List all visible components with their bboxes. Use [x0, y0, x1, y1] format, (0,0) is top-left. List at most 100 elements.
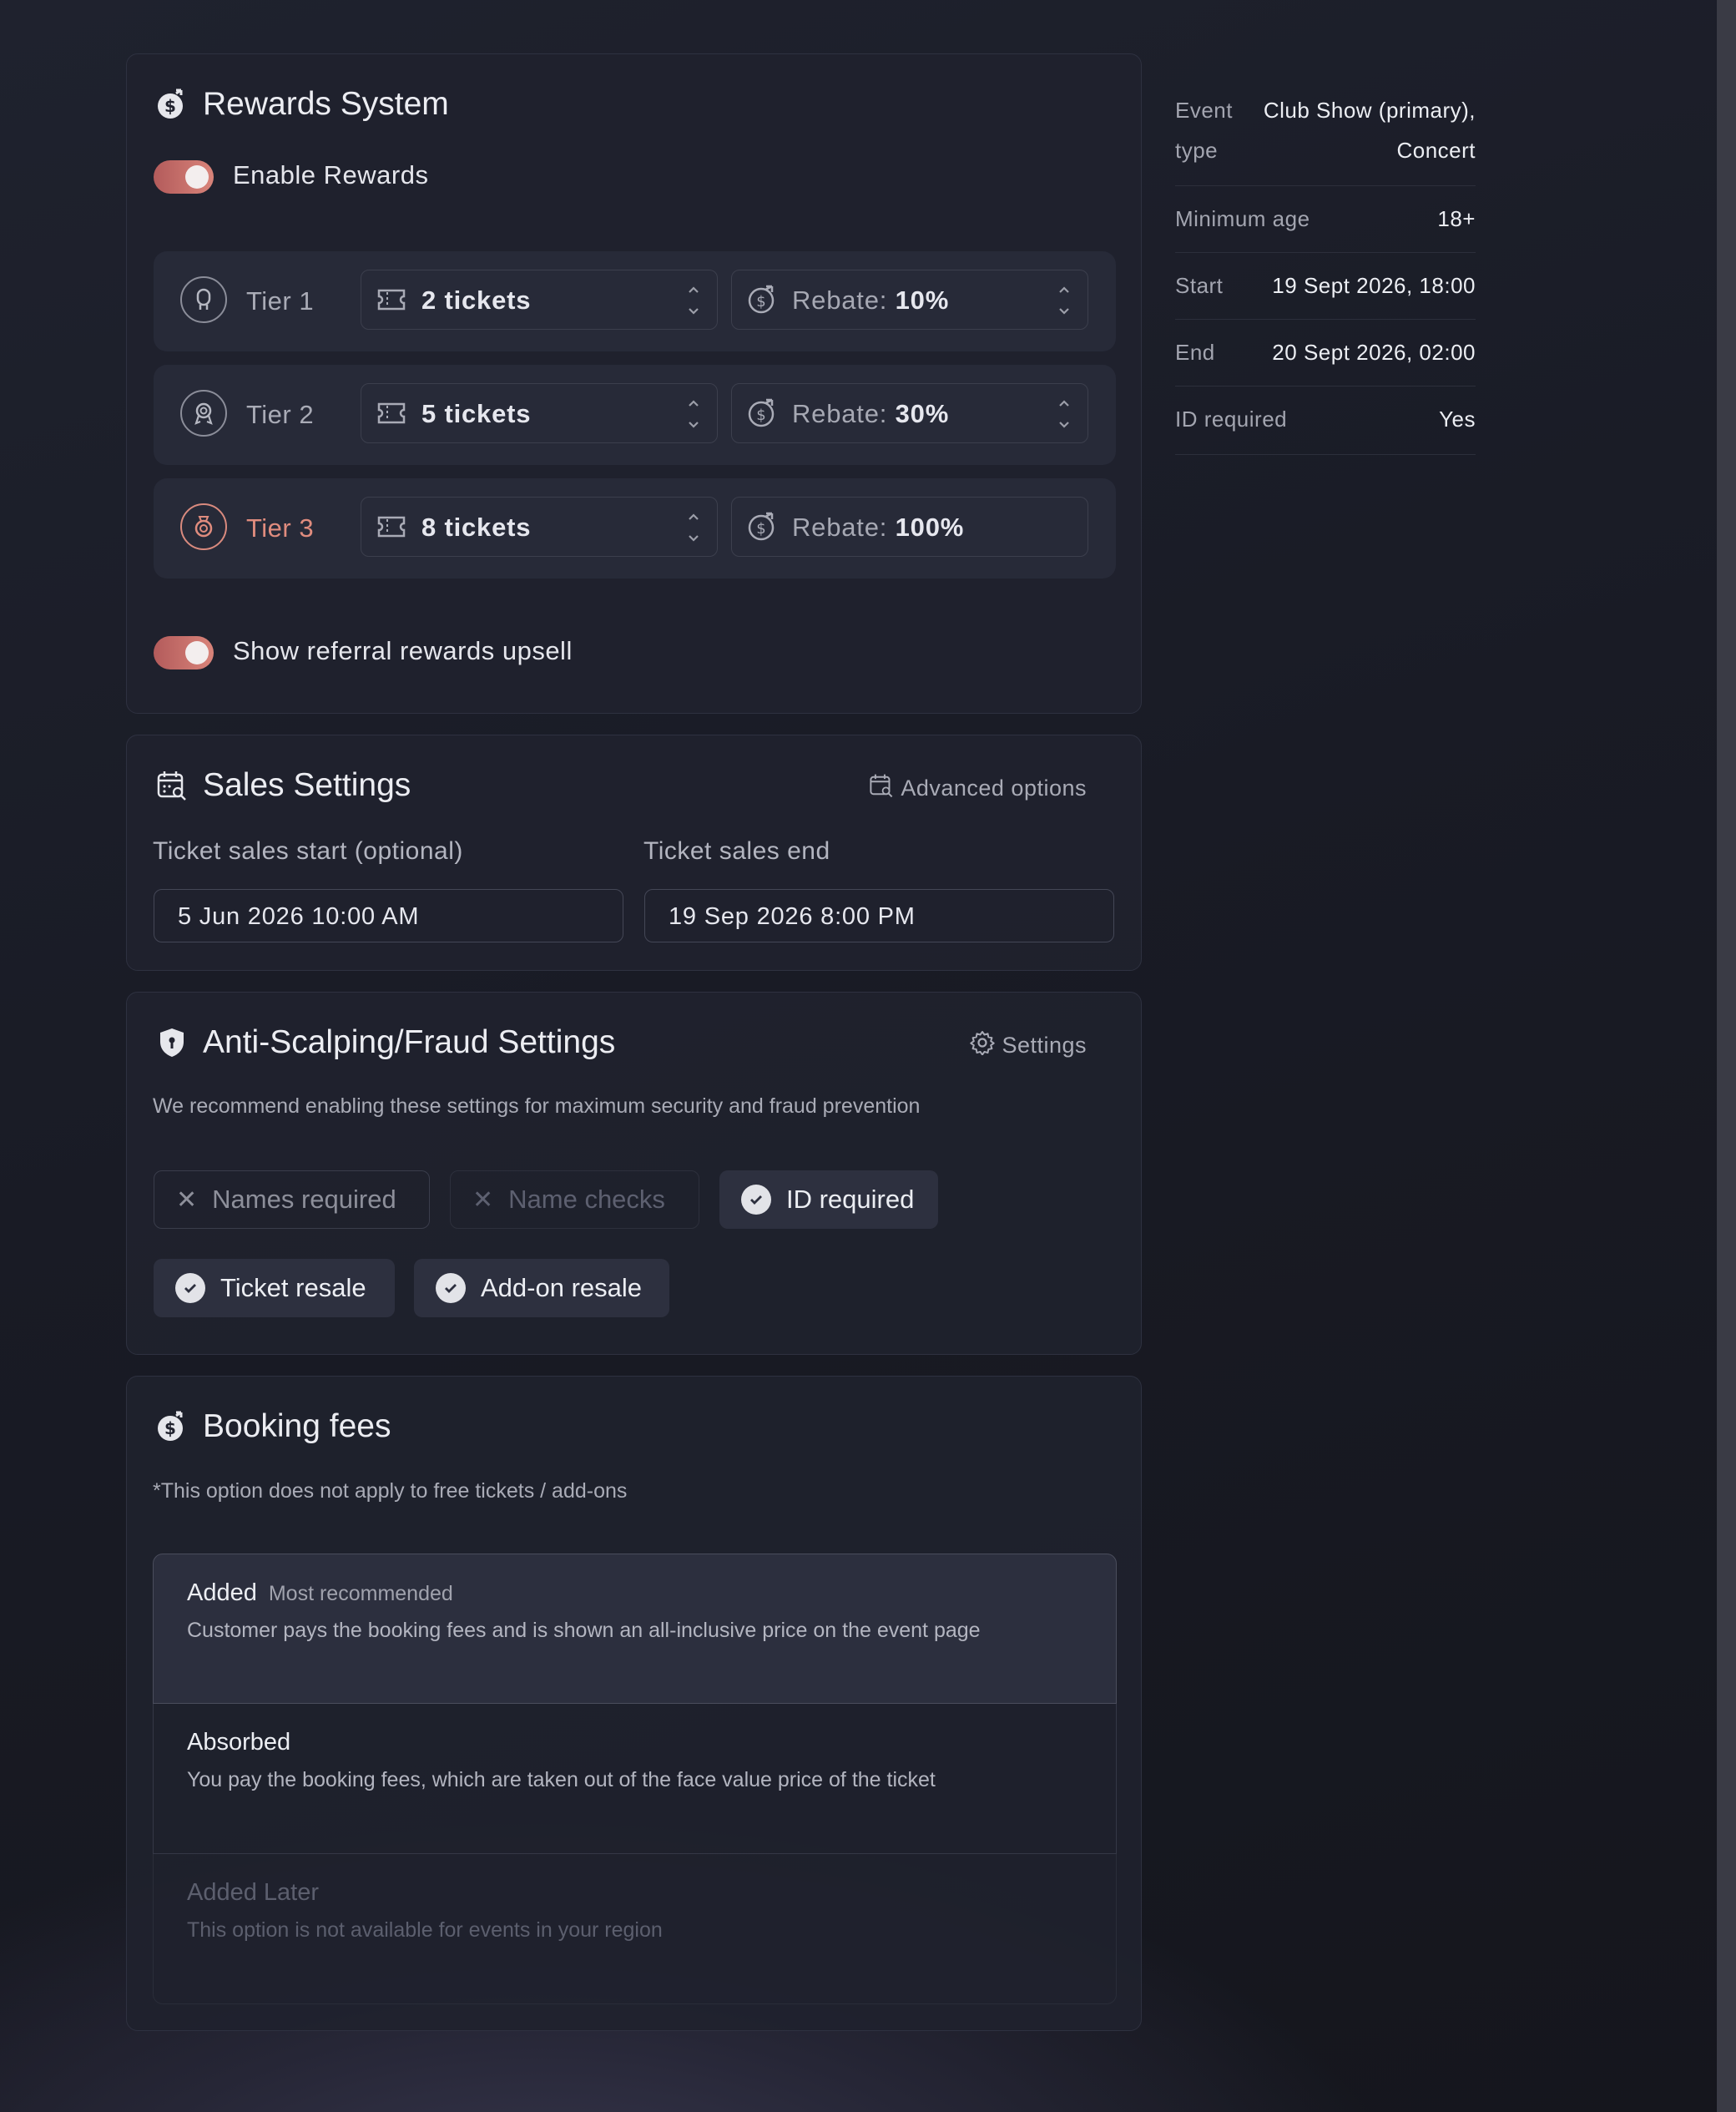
tier-1-badge-icon [180, 276, 227, 323]
tier-1-tickets-value: 2 tickets [421, 285, 532, 315]
sales-end-input[interactable]: 19 Sep 2026 8:00 PM [644, 889, 1114, 942]
tier-2-tickets-stepper[interactable]: 5 tickets [361, 383, 718, 443]
referral-upsell-toggle[interactable] [154, 636, 214, 669]
fee-option-added-name: Added [187, 1579, 257, 1606]
rebate-icon: $ [747, 398, 777, 428]
fee-option-added-later: Added Later This option is not available… [153, 1854, 1117, 2004]
window-edge [1717, 0, 1736, 2112]
money-bag-icon: $ [156, 1411, 188, 1443]
chip-ticket-resale[interactable]: Ticket resale [154, 1259, 395, 1317]
summary-event-type-key: Event [1175, 98, 1233, 123]
sales-end-label: Ticket sales end [643, 837, 830, 865]
fees-title-text: Booking fees [203, 1408, 391, 1444]
tier-2-tickets-value: 5 tickets [421, 399, 532, 428]
shield-icon [156, 1027, 188, 1059]
calendar-search-icon [156, 770, 188, 801]
money-bag-icon: $ [156, 88, 188, 120]
fee-option-added-later-name: Added Later [187, 1879, 320, 1906]
stepper-arrows-icon[interactable] [685, 282, 702, 319]
fee-option-absorbed[interactable]: Absorbed You pay the booking fees, which… [153, 1704, 1117, 1854]
chip-id-required[interactable]: ID required [719, 1170, 938, 1229]
fee-option-added[interactable]: Added Most recommended Customer pays the … [153, 1554, 1117, 1704]
close-icon: ✕ [176, 1185, 198, 1214]
sales-title: Sales Settings [156, 767, 411, 804]
stepper-arrows-icon[interactable] [1056, 396, 1072, 432]
enable-rewards-toggle[interactable] [154, 160, 214, 194]
rebate-icon: $ [747, 512, 777, 542]
svg-text:$: $ [756, 520, 765, 538]
rewards-title-text: Rewards System [203, 86, 449, 122]
chip-names-required[interactable]: ✕ Names required [154, 1170, 430, 1229]
fee-option-absorbed-name: Absorbed [187, 1729, 291, 1756]
sales-start-label: Ticket sales start (optional) [153, 837, 463, 865]
summary-end-value: 20 Sept 2026, 02:00 [1272, 340, 1476, 365]
sales-start-input[interactable]: 5 Jun 2026 10:00 AM [154, 889, 623, 942]
tier-3-rebate-field[interactable]: $ Rebate: 100% [731, 497, 1088, 557]
chip-ticket-resale-label: Ticket resale [220, 1273, 366, 1302]
tier-1-tickets-stepper[interactable]: 2 tickets [361, 270, 718, 330]
tier-2-rebate-stepper[interactable]: $ Rebate: 30% [731, 383, 1088, 443]
summary-start-key: Start [1175, 273, 1224, 298]
ticket-icon [376, 285, 406, 315]
summary-event-type-value2: Concert [1396, 138, 1476, 163]
tier-row-3: Tier 3 8 tickets $ Rebate: 100% [154, 478, 1116, 579]
chip-names-required-label: Names required [212, 1185, 396, 1214]
tier-row-1: Tier 1 2 tickets $ Rebate: 10% [154, 251, 1116, 351]
summary-start-value: 19 Sept 2026, 18:00 [1272, 273, 1476, 298]
summary-end-key: End [1175, 340, 1215, 365]
check-circle-icon [175, 1273, 205, 1303]
tier-3-badge-icon [180, 503, 227, 550]
summary-start: Start 19 Sept 2026, 18:00 [1175, 252, 1476, 320]
fee-option-absorbed-desc: You pay the booking fees, which are take… [187, 1768, 936, 1791]
fraud-card: Anti-Scalping/Fraud Settings Settings We… [126, 992, 1142, 1355]
summary-id-required-key: ID required [1175, 407, 1288, 432]
sales-card: Sales Settings Advanced options Ticket s… [126, 735, 1142, 971]
summary-min-age: Minimum age 18+ [1175, 185, 1476, 253]
stepper-arrows-icon[interactable] [685, 396, 702, 432]
fraud-title: Anti-Scalping/Fraud Settings [156, 1024, 615, 1061]
check-circle-icon [741, 1185, 771, 1215]
svg-text:$: $ [756, 293, 765, 311]
advanced-options-button[interactable]: Advanced options [869, 773, 1087, 804]
summary-event-type-key2: type [1175, 138, 1219, 163]
sales-title-text: Sales Settings [203, 767, 411, 803]
fee-option-added-later-desc: This option is not available for events … [187, 1918, 663, 1942]
fraud-title-text: Anti-Scalping/Fraud Settings [203, 1024, 616, 1060]
enable-rewards-label: Enable Rewards [233, 160, 429, 189]
tier-3-tickets-value: 8 tickets [421, 513, 532, 542]
tier-3-rebate-value: 100% [895, 513, 965, 542]
referral-upsell-label: Show referral rewards upsell [233, 636, 573, 665]
check-circle-icon [436, 1273, 466, 1303]
tier-3-tickets-stepper[interactable]: 8 tickets [361, 497, 718, 557]
fee-option-added-desc: Customer pays the booking fees and is sh… [187, 1619, 981, 1642]
tier-2-rebate-label: Rebate: [792, 399, 888, 428]
summary-end: End 20 Sept 2026, 02:00 [1175, 319, 1476, 387]
summary-min-age-value: 18+ [1437, 206, 1476, 231]
svg-text:$: $ [164, 1418, 176, 1438]
tier-3-label: Tier 3 [246, 513, 315, 543]
fraud-settings-label: Settings [1002, 1033, 1087, 1058]
fraud-description: We recommend enabling these settings for… [153, 1094, 921, 1118]
rewards-card: $ Rewards System Enable Rewards Tier 1 2… [126, 53, 1142, 714]
recommended-tag: Most recommended [268, 1582, 453, 1605]
fraud-settings-button[interactable]: Settings [970, 1030, 1087, 1061]
tier-3-rebate-label: Rebate: [792, 513, 888, 542]
tier-row-2: Tier 2 5 tickets $ Rebate: 30% [154, 365, 1116, 465]
fees-card: $ Booking fees *This option does not app… [126, 1376, 1142, 2031]
svg-text:$: $ [164, 96, 176, 116]
chip-addon-resale[interactable]: Add-on resale [414, 1259, 669, 1317]
tier-1-rebate-label: Rebate: [792, 285, 888, 315]
summary-min-age-key: Minimum age [1175, 206, 1310, 231]
tier-1-rebate-stepper[interactable]: $ Rebate: 10% [731, 270, 1088, 330]
fees-note: *This option does not apply to free tick… [153, 1479, 628, 1503]
summary-id-required: ID required Yes [1175, 386, 1476, 455]
svg-text:$: $ [756, 407, 765, 424]
stepper-arrows-icon[interactable] [1056, 282, 1072, 319]
chip-name-checks[interactable]: ✕ Name checks [450, 1170, 699, 1229]
summary-event-type: Event type Club Show (primary), Concert [1175, 92, 1476, 186]
summary-id-required-value: Yes [1439, 407, 1476, 432]
chip-id-required-label: ID required [786, 1185, 915, 1214]
fees-title: $ Booking fees [156, 1408, 391, 1445]
rebate-icon: $ [747, 285, 777, 315]
stepper-arrows-icon[interactable] [685, 509, 702, 546]
